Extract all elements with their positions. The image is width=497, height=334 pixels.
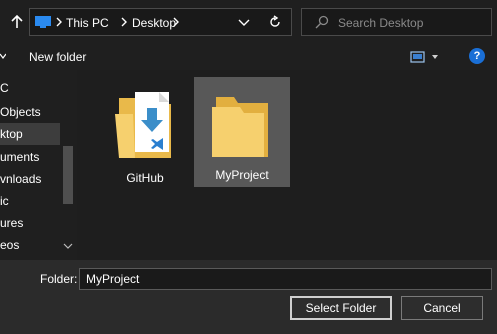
navigation-pane: C Objects ktop uments vnloads ic ures eo… xyxy=(0,70,77,260)
search-icon xyxy=(315,15,329,29)
nav-item-label: ures xyxy=(0,216,24,230)
address-row: This PC Desktop Search Desktop xyxy=(0,0,497,44)
cancel-button[interactable]: Cancel xyxy=(401,296,483,320)
nav-item-desktop[interactable]: ktop xyxy=(0,123,60,145)
scroll-down-icon[interactable] xyxy=(63,242,73,250)
nav-item-label: ktop xyxy=(0,127,23,141)
folder-label: Folder: xyxy=(40,272,78,286)
nav-scrollbar-thumb[interactable] xyxy=(63,146,73,204)
nav-item-label: ic xyxy=(0,194,9,208)
nav-item-videos[interactable]: eos xyxy=(0,234,60,256)
breadcrumb-desktop[interactable]: Desktop xyxy=(132,16,176,30)
file-item-github[interactable]: GitHub xyxy=(97,80,193,190)
nav-item-pictures[interactable]: ures xyxy=(0,212,60,234)
nav-item-label: uments xyxy=(0,150,40,164)
nav-item-label: eos xyxy=(0,238,20,252)
nav-item-this-pc[interactable]: C xyxy=(0,77,60,99)
nav-item-label: Objects xyxy=(0,105,41,119)
toolbar: New folder ? xyxy=(0,44,497,70)
search-placeholder: Search Desktop xyxy=(338,16,424,30)
up-arrow-icon[interactable] xyxy=(9,14,25,30)
chevron-right-icon[interactable] xyxy=(171,16,181,28)
chevron-right-icon[interactable] xyxy=(54,16,64,28)
view-options-icon[interactable] xyxy=(410,50,440,64)
vscode-folder-icon xyxy=(115,92,171,158)
nav-item-downloads[interactable]: vnloads xyxy=(0,168,60,190)
dialog-footer: Folder: MyProject Select Folder Cancel xyxy=(0,260,497,334)
file-list: GitHub MyProject xyxy=(77,70,497,260)
folder-name-input[interactable]: MyProject xyxy=(79,268,492,290)
chevron-down-icon[interactable] xyxy=(238,17,250,27)
select-folder-button[interactable]: Select Folder xyxy=(290,296,392,320)
file-item-myproject[interactable]: MyProject xyxy=(194,77,290,187)
this-pc-icon xyxy=(35,16,51,28)
search-input[interactable]: Search Desktop xyxy=(301,8,492,36)
nav-item-label: C xyxy=(0,81,9,95)
nav-item-label: vnloads xyxy=(0,172,42,186)
file-name: GitHub xyxy=(126,171,164,185)
address-bar[interactable]: This PC Desktop xyxy=(29,8,292,36)
nav-item-documents[interactable]: uments xyxy=(0,146,60,168)
breadcrumb-this-pc[interactable]: This PC xyxy=(66,16,109,30)
chevron-down-icon[interactable] xyxy=(0,50,6,62)
nav-item-3d-objects[interactable]: Objects xyxy=(0,101,60,123)
chevron-right-icon[interactable] xyxy=(119,16,129,28)
new-folder-button[interactable]: New folder xyxy=(29,50,86,64)
folder-icon xyxy=(212,97,268,157)
file-name: MyProject xyxy=(215,168,269,182)
help-button[interactable]: ? xyxy=(469,48,485,64)
refresh-icon[interactable] xyxy=(268,15,282,29)
nav-item-music[interactable]: ic xyxy=(0,190,60,212)
